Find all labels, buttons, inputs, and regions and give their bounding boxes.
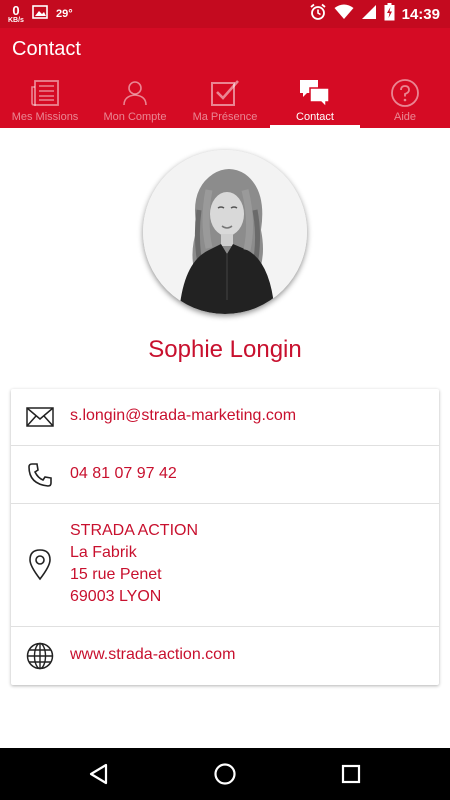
person-icon xyxy=(121,77,149,109)
website-row[interactable]: www.strada-action.com xyxy=(11,627,439,685)
system-nav-bar xyxy=(0,748,450,800)
address-line: 15 rue Penet xyxy=(70,566,162,583)
network-speed-value: 0 xyxy=(12,3,20,18)
email-link[interactable]: s.longin@strada-marketing.com xyxy=(70,405,296,427)
phone-icon xyxy=(25,460,55,490)
phone-row[interactable]: 04 81 07 97 42 xyxy=(11,446,439,504)
tab-label: Mon Compte xyxy=(103,111,167,123)
address-row[interactable]: STRADA ACTION La Fabrik 15 rue Penet 690… xyxy=(11,504,439,627)
alarm-icon xyxy=(309,3,327,26)
checkbox-icon xyxy=(210,77,240,109)
contact-details-card: s.longin@strada-marketing.com 04 81 07 9… xyxy=(11,389,439,685)
tab-ma-presence[interactable]: Ma Présence xyxy=(180,74,270,128)
status-bar: 0 KB/s 29° 14:39 xyxy=(0,0,450,28)
address-line: STRADA ACTION xyxy=(70,522,199,539)
wifi-icon xyxy=(334,4,354,25)
help-icon xyxy=(390,77,420,109)
newspaper-icon xyxy=(30,77,60,109)
tab-mes-missions[interactable]: Mes Missions xyxy=(0,74,90,128)
chat-bubbles-icon xyxy=(299,77,331,109)
email-row[interactable]: s.longin@strada-marketing.com xyxy=(11,389,439,446)
globe-icon xyxy=(25,641,55,671)
back-button[interactable] xyxy=(86,761,112,787)
address-line: 69003 LYON xyxy=(70,588,162,605)
page-title: Contact xyxy=(12,38,81,60)
home-button[interactable] xyxy=(212,761,238,787)
active-tab-indicator xyxy=(270,125,360,128)
envelope-icon xyxy=(25,402,55,432)
map-pin-icon xyxy=(25,549,55,581)
battery-charging-icon xyxy=(384,2,395,26)
address-block[interactable]: STRADA ACTION La Fabrik 15 rue Penet 690… xyxy=(70,520,198,608)
tab-label: Aide xyxy=(393,111,417,123)
network-speed: 0 KB/s xyxy=(8,4,24,24)
temperature: 29° xyxy=(55,8,73,20)
tab-label: Mes Missions xyxy=(11,111,79,123)
avatar xyxy=(143,150,307,314)
tab-label: Ma Présence xyxy=(192,111,258,123)
website-link[interactable]: www.strada-action.com xyxy=(70,644,235,666)
contact-name: Sophie Longin xyxy=(148,336,302,363)
signal-icon xyxy=(361,4,377,25)
tab-contact[interactable]: Contact xyxy=(270,74,360,128)
tab-label: Contact xyxy=(296,111,334,123)
image-notification-icon xyxy=(32,4,48,24)
tab-aide[interactable]: Aide xyxy=(360,74,450,128)
tab-mon-compte[interactable]: Mon Compte xyxy=(90,74,180,128)
address-line: La Fabrik xyxy=(70,544,137,561)
home-circle-icon xyxy=(214,763,236,785)
tab-bar: Mes Missions Mon Compte Ma Présence Cont… xyxy=(0,74,450,128)
recents-button[interactable] xyxy=(338,761,364,787)
back-triangle-icon xyxy=(89,763,108,785)
phone-link[interactable]: 04 81 07 97 42 xyxy=(70,463,177,485)
clock: 14:39 xyxy=(401,5,440,23)
recents-square-icon xyxy=(341,764,361,784)
network-speed-unit: KB/s xyxy=(8,17,24,24)
app-bar: Contact Mes Missions Mon Compte Ma Prése… xyxy=(0,28,450,128)
